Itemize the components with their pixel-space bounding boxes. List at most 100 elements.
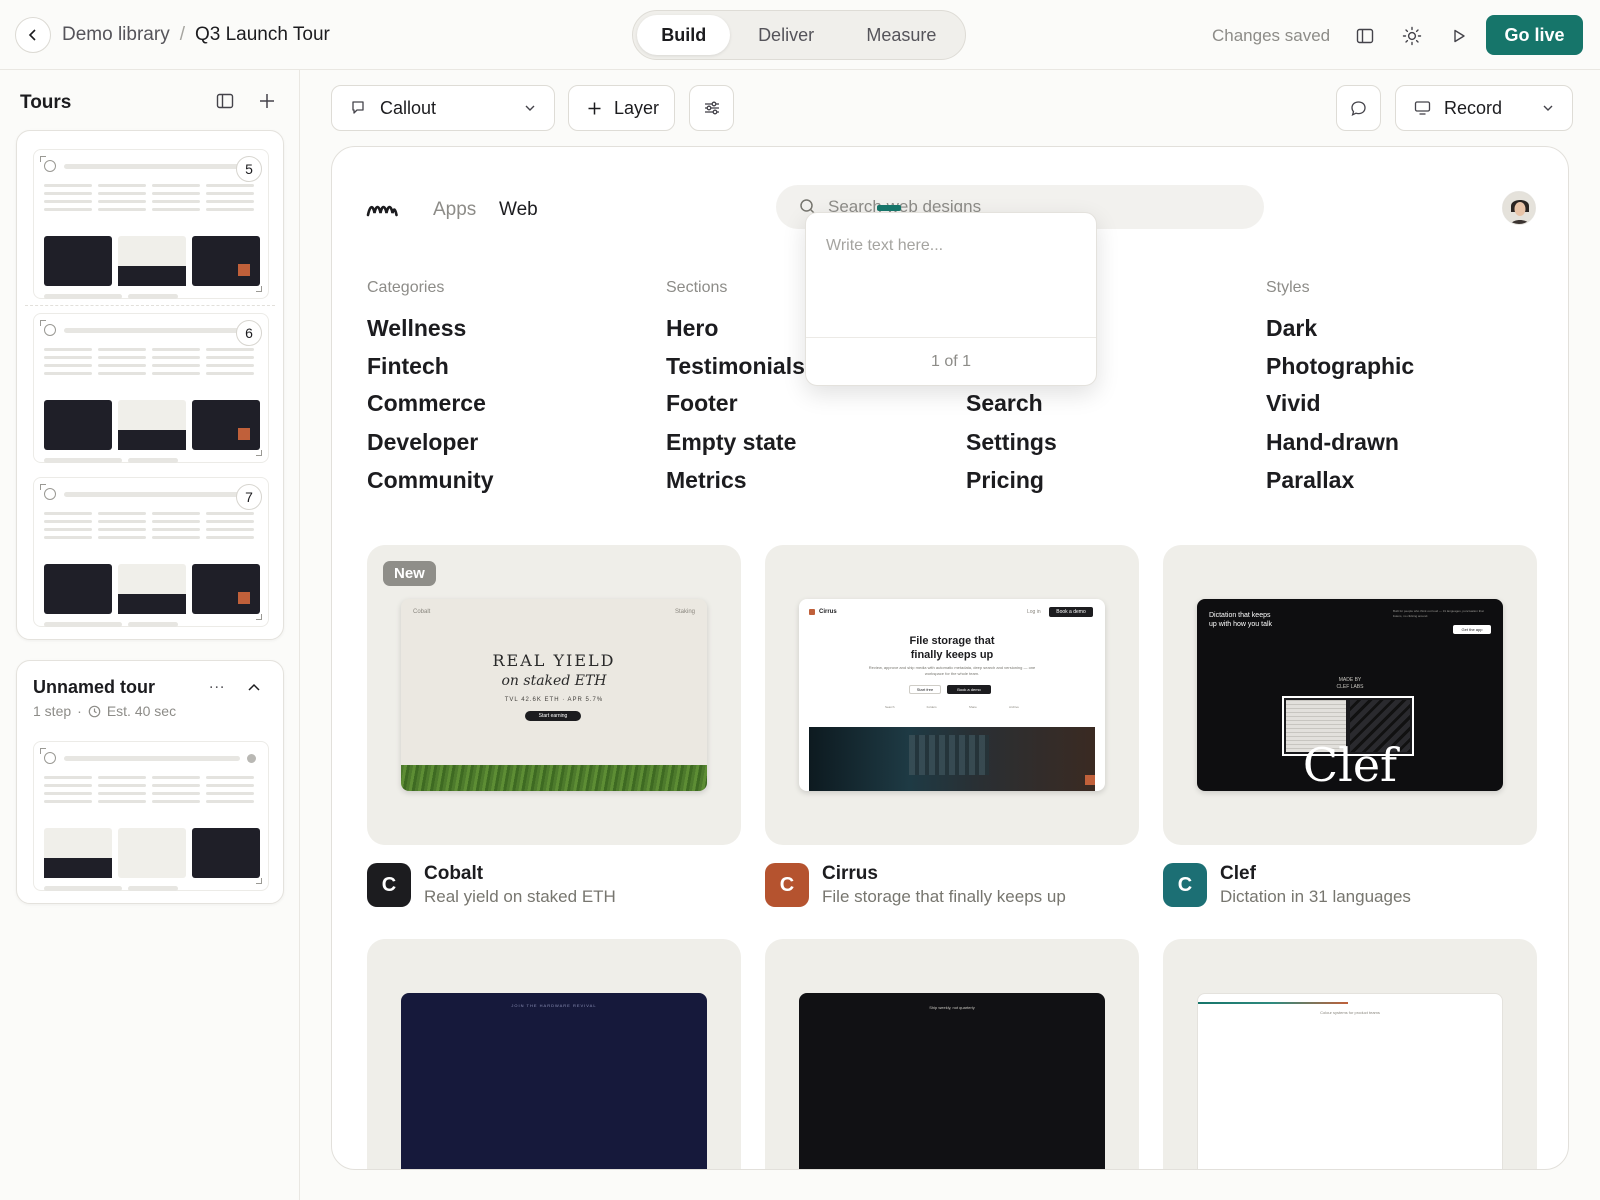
placeholder-bar bbox=[64, 756, 240, 761]
design-card[interactable]: Colour systems for product teams bbox=[1163, 939, 1537, 1169]
category-link[interactable]: Fintech bbox=[367, 353, 449, 380]
section-link[interactable]: Footer bbox=[666, 390, 738, 417]
style-link[interactable]: Dark bbox=[1266, 315, 1317, 342]
user-avatar-icon bbox=[1503, 192, 1535, 224]
app-description: Dictation in 31 languages bbox=[1220, 887, 1411, 906]
section-link[interactable]: Hero bbox=[666, 315, 718, 342]
step-radio[interactable] bbox=[44, 160, 56, 172]
nav-apps[interactable]: Apps bbox=[433, 199, 476, 221]
add-layer-button[interactable]: Layer bbox=[568, 85, 675, 131]
callout-text-input[interactable]: Write text here... bbox=[826, 237, 943, 255]
theme-button[interactable] bbox=[1400, 24, 1424, 48]
step-thumbnail[interactable]: 5 bbox=[33, 149, 269, 299]
avatar[interactable] bbox=[1502, 191, 1536, 225]
preview-caption: Ship weekly, not quarterly bbox=[929, 1005, 975, 1010]
section-link[interactable]: Metrics bbox=[666, 467, 747, 494]
app-name[interactable]: Cirrus bbox=[822, 863, 878, 885]
sidebar-title: Tours bbox=[20, 92, 72, 113]
feature-label: Search bbox=[885, 705, 895, 709]
tours-sidebar: Tours 5 6 7 Unnamed tour ... 1 step · Es… bbox=[0, 70, 300, 1200]
clef-app-icon: C bbox=[1163, 863, 1207, 907]
breadcrumb-parent[interactable]: Demo library bbox=[62, 24, 170, 46]
placeholder-line bbox=[152, 348, 200, 351]
record-dropdown[interactable]: Record bbox=[1395, 85, 1573, 131]
category-link[interactable]: Commerce bbox=[367, 390, 486, 417]
placeholder-line bbox=[98, 536, 146, 539]
section-link[interactable]: Testimonials bbox=[666, 353, 805, 380]
corner-mark bbox=[256, 450, 262, 456]
divider bbox=[25, 305, 275, 306]
category-link[interactable]: Wellness bbox=[367, 315, 466, 342]
preview-headline: REAL YIELD bbox=[492, 651, 616, 670]
settings-button[interactable] bbox=[689, 85, 734, 131]
nav-web[interactable]: Web bbox=[499, 199, 538, 221]
tab-measure[interactable]: Measure bbox=[842, 15, 961, 55]
equipment-photo bbox=[809, 727, 1095, 791]
style-link[interactable]: Hand-drawn bbox=[1266, 429, 1399, 456]
dark-block bbox=[192, 564, 260, 614]
design-card[interactable]: JOIN THE HARDWARE REVIVAL bbox=[367, 939, 741, 1169]
style-link[interactable]: Parallax bbox=[1266, 467, 1354, 494]
style-link[interactable]: Vivid bbox=[1266, 390, 1321, 417]
step-thumbnail[interactable]: 6 bbox=[33, 313, 269, 463]
step-radio[interactable] bbox=[44, 752, 56, 764]
dark-block bbox=[192, 400, 260, 450]
category-link[interactable]: Community bbox=[367, 467, 494, 494]
sun-icon bbox=[1402, 26, 1422, 46]
preview-body: Review, approve and ship media with auto… bbox=[868, 665, 1036, 676]
back-button[interactable] bbox=[15, 17, 51, 53]
placeholder-line bbox=[44, 294, 122, 299]
placeholder-line bbox=[206, 792, 254, 795]
placeholder-line bbox=[44, 776, 92, 779]
step-radio[interactable] bbox=[44, 488, 56, 500]
step-thumbnail[interactable]: 7 bbox=[33, 477, 269, 627]
style-link[interactable]: Photographic bbox=[1266, 353, 1414, 380]
collapse-button[interactable] bbox=[247, 681, 261, 695]
design-card[interactable]: Ship weekly, not quarterly bbox=[765, 939, 1139, 1169]
preview-brand: Cirrus bbox=[819, 609, 837, 615]
sidebar-layout-icon bbox=[216, 93, 234, 109]
cobalt-preview: Cobalt Staking REAL YIELD on staked ETH … bbox=[401, 599, 707, 791]
sliders-icon bbox=[704, 101, 719, 115]
placeholder-line bbox=[128, 622, 178, 627]
more-menu-button[interactable]: ... bbox=[209, 675, 225, 693]
placeholder-line bbox=[206, 512, 254, 515]
design-card-clef[interactable]: Dictation that keeps up with how you tal… bbox=[1163, 545, 1537, 845]
light-block bbox=[118, 564, 186, 614]
brand-logo[interactable] bbox=[366, 201, 398, 217]
comment-button[interactable] bbox=[1336, 85, 1381, 131]
app-name[interactable]: Cobalt bbox=[424, 863, 483, 885]
go-live-button[interactable]: Go live bbox=[1486, 15, 1583, 55]
pattern-link[interactable]: Settings bbox=[966, 429, 1057, 456]
dark-block bbox=[192, 236, 260, 286]
design-card-cirrus[interactable]: Cirrus Log in Book a demo File storage t… bbox=[765, 545, 1139, 845]
pattern-link[interactable]: Search bbox=[966, 390, 1043, 417]
preview-credit: MADE BY bbox=[1338, 677, 1362, 683]
tab-deliver[interactable]: Deliver bbox=[730, 15, 841, 55]
app-name[interactable]: Clef bbox=[1220, 863, 1256, 885]
callout-dropdown[interactable]: Callout bbox=[331, 85, 555, 131]
preview-brand: Cobalt bbox=[413, 609, 431, 615]
light-block bbox=[44, 828, 112, 878]
chevron-left-icon bbox=[28, 29, 36, 41]
tab-build[interactable]: Build bbox=[637, 15, 731, 55]
preview-button[interactable] bbox=[1447, 24, 1471, 48]
card-preview: Colour systems for product teams bbox=[1197, 993, 1503, 1169]
preview-nav: Staking bbox=[674, 609, 695, 615]
category-link[interactable]: Developer bbox=[367, 429, 478, 456]
section-link[interactable]: Empty state bbox=[666, 429, 796, 456]
placeholder-line bbox=[98, 364, 146, 367]
sidebar-layout-button[interactable] bbox=[216, 92, 236, 112]
chevron-down-icon bbox=[525, 105, 535, 111]
step-thumbnail[interactable] bbox=[33, 741, 269, 891]
panel-toggle-button[interactable] bbox=[1353, 24, 1377, 48]
design-card-cobalt[interactable]: Cobalt Staking REAL YIELD on staked ETH … bbox=[367, 545, 741, 845]
tour-title[interactable]: Unnamed tour bbox=[33, 677, 155, 698]
pattern-link[interactable]: Pricing bbox=[966, 467, 1044, 494]
placeholder-line bbox=[206, 372, 254, 375]
placeholder-line bbox=[98, 784, 146, 787]
tour-meta: 1 step · Est. 40 sec bbox=[33, 703, 176, 719]
preview-cta-primary: Book a demo bbox=[947, 685, 991, 694]
add-tour-button[interactable] bbox=[258, 92, 278, 112]
step-radio[interactable] bbox=[44, 324, 56, 336]
